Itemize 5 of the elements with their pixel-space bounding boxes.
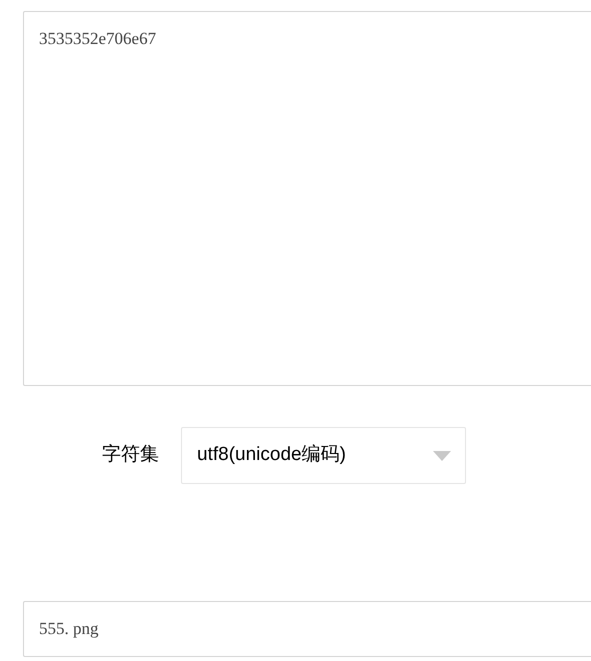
caret-icon	[433, 450, 451, 460]
hex-output-textarea[interactable]: 3535352e706e67	[23, 11, 591, 386]
text-output-field[interactable]: 555. png	[23, 601, 591, 657]
charset-label: 字符集	[102, 443, 159, 468]
charset-dropdown[interactable]: utf8(unicode编码)	[181, 427, 466, 484]
